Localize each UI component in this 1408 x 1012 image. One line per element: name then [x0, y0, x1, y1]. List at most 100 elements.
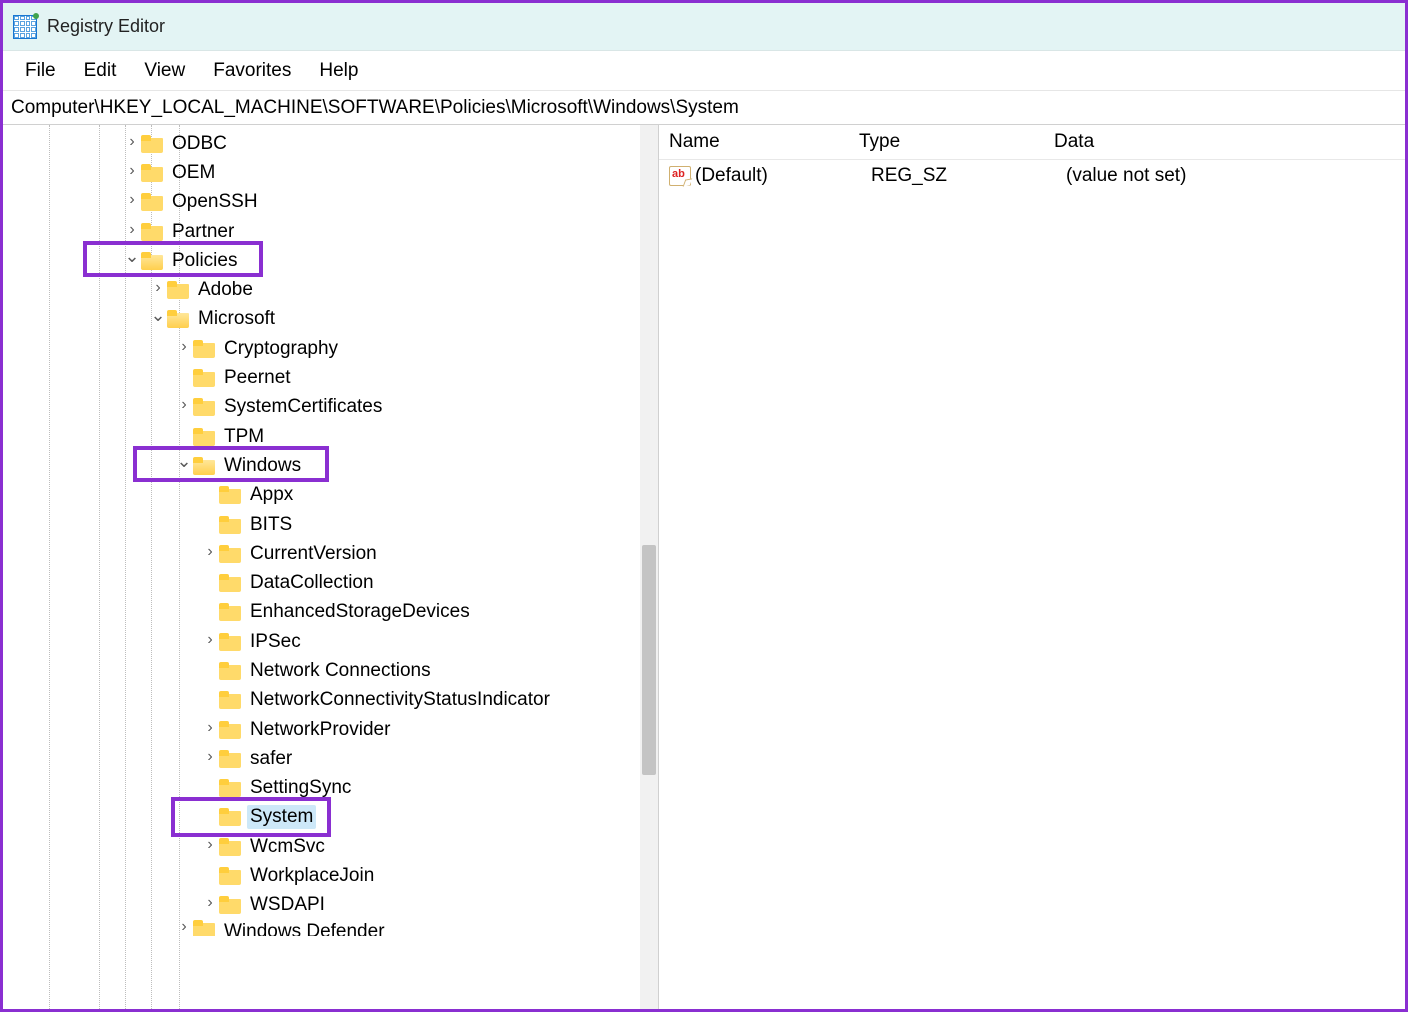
scrollbar-thumb[interactable]: [642, 545, 656, 775]
folder-icon: [219, 691, 241, 709]
chevron-down-icon[interactable]: ⌄: [149, 305, 167, 326]
tree-node-label: NetworkProvider: [247, 718, 393, 742]
menu-favorites[interactable]: Favorites: [199, 54, 305, 88]
vertical-scrollbar[interactable]: [640, 125, 658, 1009]
chevron-right-icon[interactable]: ›: [123, 221, 141, 239]
tree-node-label: EnhancedStorageDevices: [247, 600, 473, 624]
folder-icon: [141, 252, 163, 270]
chevron-right-icon[interactable]: ›: [201, 836, 219, 854]
chevron-down-icon[interactable]: ⌄: [123, 246, 141, 267]
value-name: (Default): [695, 165, 861, 187]
chevron-right-icon[interactable]: ›: [201, 543, 219, 561]
app-icon: [13, 15, 37, 39]
tree-node-label: WcmSvc: [247, 835, 328, 859]
folder-icon: [193, 920, 215, 936]
tree-node[interactable]: ⌄Microsoft: [3, 305, 658, 334]
folder-icon: [167, 310, 189, 328]
menu-help[interactable]: Help: [305, 54, 372, 88]
tree-node-label: Adobe: [195, 278, 256, 302]
tree-node[interactable]: › WcmSvc: [3, 832, 658, 861]
tree-node[interactable]: ·EnhancedStorageDevices: [3, 598, 658, 627]
values-pane[interactable]: Name Type Data (Default) REG_SZ (value n…: [659, 125, 1405, 1009]
value-data: (value not set): [1056, 165, 1405, 187]
chevron-right-icon[interactable]: ›: [201, 719, 219, 737]
chevron-down-icon[interactable]: ⌄: [175, 451, 193, 472]
folder-icon: [141, 164, 163, 182]
folder-icon: [219, 779, 241, 797]
folder-icon: [219, 633, 241, 651]
tree-node[interactable]: › SystemCertificates: [3, 393, 658, 422]
tree-node[interactable]: ⌄Policies: [3, 246, 658, 275]
menu-file[interactable]: File: [11, 54, 70, 88]
folder-icon: [219, 867, 241, 885]
folder-icon: [219, 808, 241, 826]
tree-node-label: Cryptography: [221, 337, 341, 361]
value-row[interactable]: (Default) REG_SZ (value not set): [659, 160, 1405, 192]
tree-node[interactable]: › CurrentVersion: [3, 539, 658, 568]
tree-node-label: safer: [247, 747, 295, 771]
tree-node-label: System: [247, 805, 316, 829]
chevron-right-icon[interactable]: ›: [201, 748, 219, 766]
address-path: Computer\HKEY_LOCAL_MACHINE\SOFTWARE\Pol…: [11, 97, 739, 119]
folder-icon: [193, 428, 215, 446]
tree-node[interactable]: ›OpenSSH: [3, 188, 658, 217]
tree-node-label: TPM: [221, 425, 267, 449]
folder-icon: [141, 223, 163, 241]
tree-node-label: Partner: [169, 220, 237, 244]
address-bar[interactable]: Computer\HKEY_LOCAL_MACHINE\SOFTWARE\Pol…: [3, 91, 1405, 125]
tree-node[interactable]: ·System: [3, 803, 658, 832]
tree-node[interactable]: ·Network Connections: [3, 656, 658, 685]
tree-node[interactable]: › Adobe: [3, 275, 658, 304]
tree-pane[interactable]: ›ODBC›OEM›OpenSSH›Partner⌄Policies›Adobe…: [3, 125, 659, 1009]
tree-node[interactable]: › safer: [3, 744, 658, 773]
tree-node[interactable]: › WSDAPI: [3, 891, 658, 920]
tree-node-label: OEM: [169, 161, 218, 185]
values-header: Name Type Data: [659, 125, 1405, 160]
folder-icon: [219, 838, 241, 856]
menu-edit[interactable]: Edit: [70, 54, 131, 88]
tree-node[interactable]: ·BITS: [3, 510, 658, 539]
chevron-right-icon[interactable]: ›: [149, 279, 167, 297]
tree-node[interactable]: ⌄Windows: [3, 451, 658, 480]
chevron-right-icon[interactable]: ›: [123, 162, 141, 180]
chevron-right-icon[interactable]: ›: [123, 133, 141, 151]
chevron-right-icon[interactable]: ›: [201, 631, 219, 649]
col-header-name[interactable]: Name: [659, 131, 849, 153]
tree-node[interactable]: ›Windows Defender: [3, 920, 658, 936]
folder-icon: [219, 486, 241, 504]
tree-node-label: NetworkConnectivityStatusIndicator: [247, 688, 553, 712]
chevron-right-icon[interactable]: ›: [201, 894, 219, 912]
tree-node-label: CurrentVersion: [247, 542, 380, 566]
folder-icon: [141, 193, 163, 211]
tree-node[interactable]: › Cryptography: [3, 334, 658, 363]
tree-node-label: DataCollection: [247, 571, 377, 595]
chevron-right-icon[interactable]: ›: [175, 338, 193, 356]
chevron-right-icon[interactable]: ›: [175, 396, 193, 414]
tree-node[interactable]: ·TPM: [3, 422, 658, 451]
tree-node-label: SystemCertificates: [221, 395, 385, 419]
tree-node[interactable]: ·SettingSync: [3, 774, 658, 803]
value-type: REG_SZ: [861, 165, 1056, 187]
tree-node[interactable]: ·Peernet: [3, 363, 658, 392]
folder-icon: [193, 340, 215, 358]
chevron-right-icon[interactable]: ›: [175, 920, 193, 936]
tree-node[interactable]: ·NetworkConnectivityStatusIndicator: [3, 686, 658, 715]
main-area: ›ODBC›OEM›OpenSSH›Partner⌄Policies›Adobe…: [3, 125, 1405, 1009]
col-header-type[interactable]: Type: [849, 131, 1044, 153]
tree-node-label: ODBC: [169, 132, 230, 156]
menu-view[interactable]: View: [130, 54, 199, 88]
tree-node-label: BITS: [247, 513, 295, 537]
tree-node[interactable]: › ODBC: [3, 129, 658, 158]
tree-node[interactable]: › OEM: [3, 158, 658, 187]
folder-icon: [219, 750, 241, 768]
tree-node[interactable]: ·WorkplaceJoin: [3, 861, 658, 890]
tree-node[interactable]: ·DataCollection: [3, 568, 658, 597]
tree-node[interactable]: › NetworkProvider: [3, 715, 658, 744]
folder-icon: [219, 574, 241, 592]
tree-node-label: WSDAPI: [247, 893, 328, 917]
tree-node[interactable]: ·Appx: [3, 481, 658, 510]
tree-node[interactable]: › Partner: [3, 217, 658, 246]
chevron-right-icon[interactable]: ›: [123, 191, 141, 209]
tree-node[interactable]: ›IPSec: [3, 627, 658, 656]
col-header-data[interactable]: Data: [1044, 131, 1405, 153]
